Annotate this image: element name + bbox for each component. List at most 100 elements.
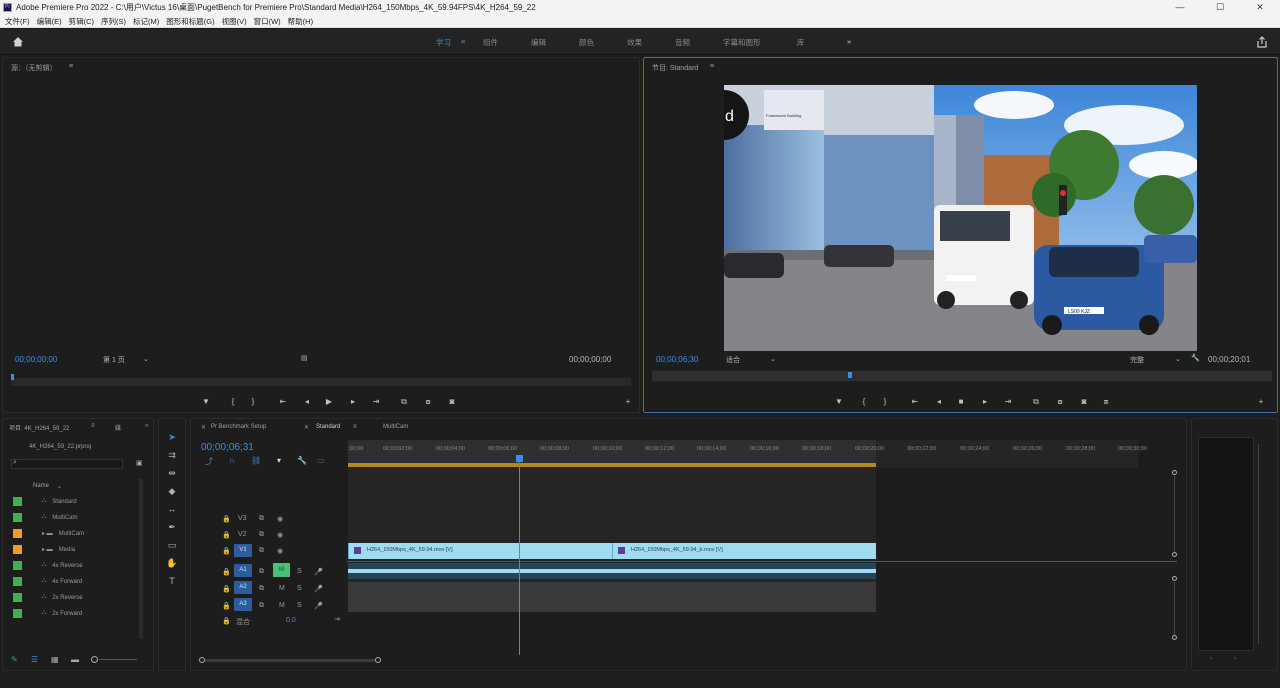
- project-item[interactable]: ⛬ MultiCam: [13, 513, 78, 522]
- icon-view-icon[interactable]: ▦: [51, 655, 59, 664]
- workspace-tab-audio[interactable]: 音频: [675, 37, 690, 48]
- share-icon[interactable]: [1256, 36, 1268, 48]
- eye-icon[interactable]: ◉: [277, 547, 283, 555]
- microphone-icon[interactable]: 🎤: [314, 568, 323, 576]
- source-settings-icon[interactable]: ▤: [301, 354, 308, 362]
- program-compare-icon[interactable]: ⧈: [1100, 397, 1112, 407]
- source-monitor-tab[interactable]: 源：（无剪辑）: [11, 63, 57, 73]
- vscroll-handle-bottom[interactable]: [1172, 552, 1177, 557]
- project-item[interactable]: ▸ ▬ Media: [13, 545, 75, 554]
- hscroll-handle-right[interactable]: [375, 657, 381, 663]
- program-add-marker-icon[interactable]: ▼: [833, 397, 845, 406]
- menu-window[interactable]: 窗口(W): [254, 16, 281, 27]
- program-stop-button[interactable]: ■: [955, 397, 967, 406]
- source-timecode-in[interactable]: 00;00;00;00: [15, 355, 57, 364]
- program-tab-menu-icon[interactable]: ≡: [710, 63, 714, 70]
- video-clip[interactable]: H264_150Mbps_4K_59.94.mov [V]: [348, 543, 612, 559]
- vscroll-handle-top[interactable]: [1172, 470, 1177, 475]
- lock-icon[interactable]: 🔒: [222, 617, 231, 625]
- program-settings-icon[interactable]: 🔧: [1191, 354, 1200, 362]
- audio-vertical-scrollbar[interactable]: [1174, 582, 1175, 635]
- workspace-tab-effects[interactable]: 效果: [627, 37, 642, 48]
- horizontal-scrollbar[interactable]: [205, 659, 375, 662]
- menu-sequence[interactable]: 序列(S): [101, 16, 126, 27]
- menu-clip[interactable]: 剪辑(C): [69, 16, 94, 27]
- track-label-a1[interactable]: A1: [234, 564, 252, 577]
- program-monitor-tab[interactable]: 节目: Standard: [652, 63, 698, 73]
- workspace-tab-learn[interactable]: 学习: [436, 37, 451, 48]
- program-lift-icon[interactable]: ⧉: [1030, 397, 1042, 407]
- source-add-button-icon[interactable]: +: [622, 397, 634, 406]
- mute-icon[interactable]: M: [279, 585, 285, 592]
- eye-icon[interactable]: ◉: [277, 515, 283, 523]
- zoom-slider-track[interactable]: [99, 659, 137, 660]
- mute-button[interactable]: M: [273, 563, 290, 577]
- workspace-tab-editing[interactable]: 编辑: [531, 37, 546, 48]
- sort-chevron-icon[interactable]: ⌄: [57, 483, 62, 490]
- program-mark-out-icon[interactable]: }: [879, 397, 891, 406]
- source-insert-icon[interactable]: ⧉: [398, 397, 410, 407]
- program-zoom-select[interactable]: 适合: [726, 355, 740, 365]
- source-scrub-bar[interactable]: [11, 378, 631, 386]
- lock-icon[interactable]: 🔒: [222, 585, 231, 593]
- type-tool-icon[interactable]: T: [166, 575, 178, 587]
- program-step-back-icon[interactable]: ◂: [933, 397, 945, 406]
- pen-tool-icon[interactable]: ✒: [166, 521, 178, 533]
- mix-goto-end-icon[interactable]: ⇥: [334, 615, 340, 623]
- captions-icon[interactable]: ▭: [317, 456, 325, 465]
- sync-lock-icon[interactable]: ⧉: [259, 568, 264, 576]
- track-label-a3[interactable]: A3: [234, 598, 252, 611]
- source-mark-in-icon[interactable]: {: [227, 397, 239, 406]
- source-mark-out-icon[interactable]: }: [247, 397, 259, 406]
- hand-tool-icon[interactable]: ✋: [166, 557, 178, 569]
- project-item[interactable]: ⛬ 4x Reverse: [13, 561, 83, 570]
- linked-selection-icon[interactable]: ⛓: [251, 456, 261, 465]
- meter-solo-left-icon[interactable]: ◦: [1210, 655, 1212, 662]
- sync-lock-icon[interactable]: ⧉: [259, 585, 264, 593]
- source-play-button[interactable]: ▶: [323, 397, 335, 406]
- menu-edit[interactable]: 编辑(E): [37, 16, 62, 27]
- program-export-frame-icon[interactable]: ◙: [1078, 397, 1090, 406]
- lock-icon[interactable]: 🔒: [222, 547, 231, 555]
- project-item[interactable]: ▸ ▬ MultiCam: [13, 529, 84, 538]
- timeline-tab-menu-icon[interactable]: ≡: [353, 424, 357, 430]
- project-item[interactable]: ⛬ 2x Reverse: [13, 593, 83, 602]
- name-column-header[interactable]: Name: [33, 483, 49, 489]
- timeline-settings-icon[interactable]: 🔧: [297, 456, 307, 465]
- razor-tool-icon[interactable]: ◆: [166, 485, 178, 497]
- workspace-menu-icon[interactable]: ≡: [461, 37, 465, 46]
- ripple-edit-tool-icon[interactable]: ⇹: [166, 467, 178, 479]
- source-add-marker-icon[interactable]: ▼: [200, 397, 212, 406]
- workspace-overflow-button[interactable]: »: [847, 37, 851, 46]
- sync-lock-icon[interactable]: ⧉: [259, 547, 264, 555]
- meter-solo-right-icon[interactable]: ◦: [1234, 655, 1236, 662]
- mute-icon[interactable]: M: [279, 602, 285, 609]
- project-tab[interactable]: 项目: 4K_H264_59_22: [9, 423, 69, 432]
- program-video-frame[interactable]: d Framework Building LS09 KJZ: [724, 85, 1197, 351]
- home-icon[interactable]: [12, 36, 24, 47]
- lock-icon[interactable]: 🔒: [222, 515, 231, 523]
- audio-vscroll-handle-top[interactable]: [1172, 576, 1177, 581]
- rectangle-tool-icon[interactable]: ▭: [166, 539, 178, 551]
- source-export-frame-icon[interactable]: ◙: [446, 397, 458, 406]
- mix-volume-value[interactable]: 0.0: [286, 617, 296, 624]
- timeline-tab-benchmark[interactable]: Pr Benchmark Setup: [211, 424, 266, 430]
- source-goto-in-icon[interactable]: ⇤: [277, 397, 289, 406]
- selection-tool-icon[interactable]: ➤: [166, 431, 178, 443]
- workspace-tab-libraries[interactable]: 库: [797, 37, 805, 48]
- solo-icon[interactable]: S: [297, 568, 302, 575]
- track-label-a2[interactable]: A2: [234, 581, 252, 594]
- workspace-tab-captions[interactable]: 字幕和图形: [723, 37, 761, 48]
- project-item[interactable]: ⛬ 2x Forward: [13, 609, 82, 618]
- work-area-bar[interactable]: [348, 463, 876, 467]
- program-quality-dropdown-icon[interactable]: ⌄: [1175, 355, 1181, 363]
- add-marker-icon[interactable]: ▾: [277, 456, 281, 465]
- minimize-button[interactable]: —: [1160, 0, 1200, 15]
- project-panel-overflow-icon[interactable]: »: [145, 423, 148, 429]
- solo-icon[interactable]: S: [297, 602, 302, 609]
- workspace-tab-color[interactable]: 颜色: [579, 37, 594, 48]
- program-timecode-in[interactable]: 00;00;06;30: [656, 355, 698, 364]
- timeline-tab-multicam[interactable]: MultiCam: [383, 424, 408, 430]
- audio-clip[interactable]: [348, 563, 612, 579]
- close-button[interactable]: ✕: [1240, 0, 1280, 15]
